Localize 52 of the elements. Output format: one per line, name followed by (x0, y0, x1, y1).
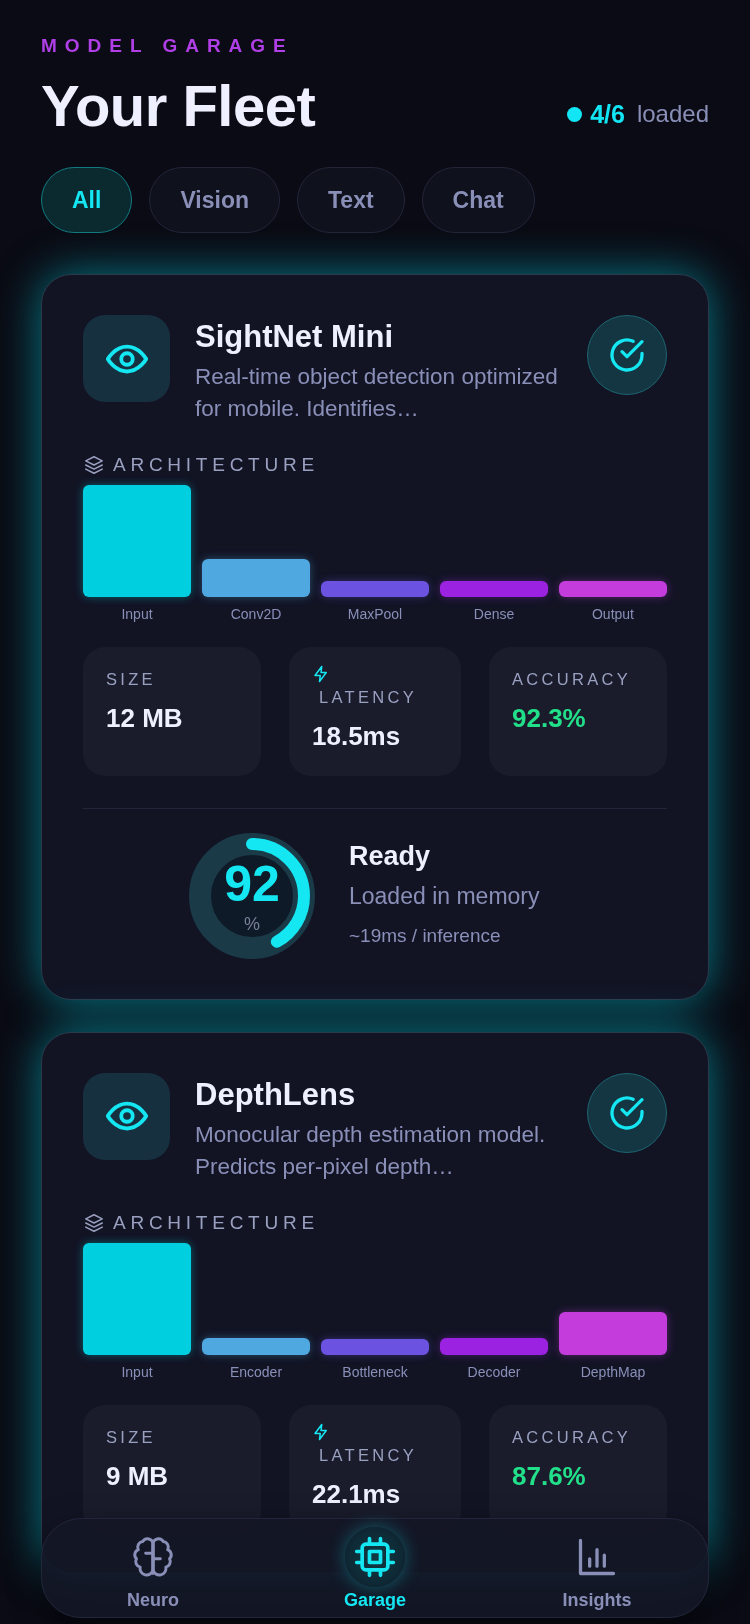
section-label: MODEL GARAGE (41, 36, 295, 55)
layer-label: Decoder (467, 1364, 521, 1379)
layer-label: Encoder (229, 1364, 283, 1379)
loaded-count: 4/6 (590, 98, 625, 130)
layers-icon (83, 453, 105, 476)
gauge-value: 92 (224, 858, 280, 909)
layer-label: Output (592, 606, 634, 621)
stat-label: SIZE (106, 670, 157, 688)
bolt-icon (312, 1422, 330, 1441)
model-name: DepthLens (195, 1076, 357, 1113)
layer-label: Dense (473, 606, 515, 621)
stat-value: 12 MB (106, 705, 184, 732)
section-label: ARCHITECTURE (113, 455, 319, 475)
chip-icon (353, 1535, 397, 1579)
stat-label: ACCURACY (512, 1428, 632, 1446)
filter-tab[interactable]: Chat (421, 167, 535, 233)
layer-label: Conv2D (230, 606, 282, 621)
loaded-label: loaded (636, 99, 709, 130)
section-label: ARCHITECTURE (113, 1213, 319, 1233)
stat-label: LATENCY (318, 1446, 418, 1464)
filter-tab[interactable]: Vision (149, 167, 280, 233)
model-description: Monocular depth estimation model. Predicts per-pixel depth… (195, 1120, 547, 1182)
layer-label: Bottleneck (342, 1364, 408, 1379)
layer-label: MaxPool (347, 606, 403, 621)
stat-value: 18.5ms (312, 723, 402, 750)
layer-label: DepthMap (580, 1364, 646, 1379)
brain-icon (131, 1535, 175, 1579)
model-name: SightNet Mini (195, 319, 395, 355)
bolt-icon (312, 664, 330, 683)
layer-label: Input (121, 606, 153, 621)
stat-label: ACCURACY (512, 670, 632, 688)
status-title: Ready (349, 841, 432, 872)
filter-tab[interactable]: All (41, 167, 133, 233)
gauge-unit: % (244, 914, 260, 933)
page-title: Your Fleet (41, 77, 316, 135)
stat-label: SIZE (106, 1428, 157, 1446)
stat-value: 87.6% (512, 1463, 587, 1490)
nav-item[interactable]: Garage (295, 1527, 455, 1609)
nav-item[interactable]: Neuro (73, 1527, 233, 1609)
inference-time: ~19ms / inference (349, 923, 502, 948)
status-text: Loaded in memory (349, 882, 540, 912)
stat-value: 22.1ms (312, 1481, 402, 1508)
model-description: Real-time object detection optimized for mobile. Identifies… (195, 362, 559, 424)
nav-item[interactable]: Insights (517, 1527, 677, 1609)
check-circle-icon (607, 335, 647, 375)
layers-icon (83, 1211, 105, 1234)
stat-value: 92.3% (512, 705, 587, 732)
status-dot (567, 106, 583, 122)
filter-tab[interactable]: Text (297, 167, 405, 233)
layer-label: Input (121, 1364, 153, 1379)
stat-value: 9 MB (106, 1463, 170, 1490)
stat-label: LATENCY (318, 688, 418, 706)
